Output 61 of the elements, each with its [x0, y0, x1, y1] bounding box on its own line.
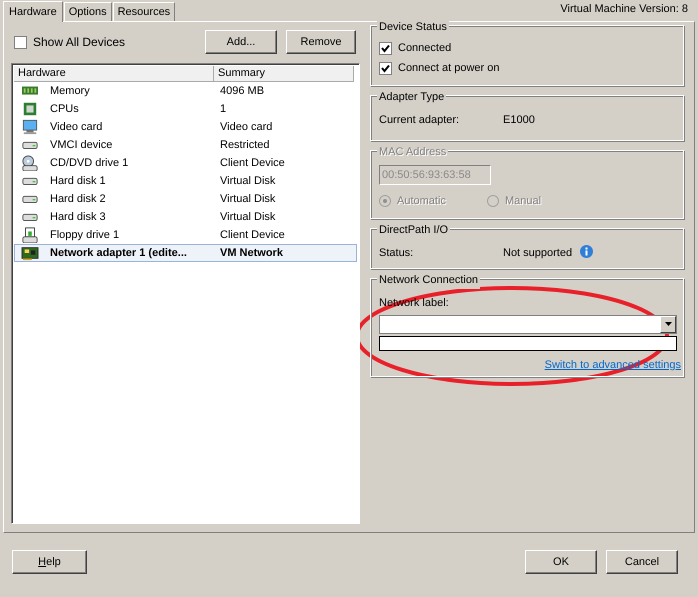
group-title: Adapter Type: [377, 89, 446, 106]
field-label: Current adapter:: [379, 113, 460, 128]
device-name: Video card: [50, 120, 102, 135]
device-summary: Virtual Disk: [219, 174, 276, 189]
device-summary: Restricted: [219, 138, 270, 153]
network-label-dropdown[interactable]: [379, 314, 677, 334]
help-button[interactable]: Help: [12, 550, 87, 574]
device-summary: Virtual Disk: [219, 210, 276, 225]
device-name: Hard disk 3: [50, 210, 106, 225]
table-row[interactable]: Video card Video card: [14, 118, 357, 136]
field-label: Status:: [379, 246, 414, 261]
device-name: CPUs: [50, 102, 79, 117]
table-row[interactable]: Hard disk 3 Virtual Disk: [14, 208, 357, 226]
disc-drive-icon: [20, 155, 40, 171]
checkbox[interactable]: [14, 36, 27, 48]
device-name: Hard disk 1: [50, 174, 106, 189]
checkbox-label[interactable]: Connected: [398, 40, 452, 56]
checkbox[interactable]: [379, 62, 392, 74]
table-row[interactable]: VMCI device Restricted: [14, 136, 357, 154]
device-summary: VM Network: [219, 246, 283, 261]
caret-icon: [664, 322, 672, 326]
field-value: Not supported: [503, 246, 572, 261]
device-name: Floppy drive 1: [50, 228, 120, 243]
add-button[interactable]: Add...: [205, 30, 277, 54]
tab[interactable]: Hardware: [3, 1, 63, 22]
device-name: VMCI device: [50, 138, 112, 153]
device-summary: 4096 MB: [219, 84, 264, 99]
table-row[interactable]: CD/DVD drive 1 Client Device: [14, 154, 357, 172]
device-name: Hard disk 2: [50, 192, 106, 207]
device-name: Memory: [50, 84, 90, 99]
checkbox-label[interactable]: Show All Devices: [33, 33, 126, 51]
device-summary: 1: [219, 102, 226, 117]
table-row[interactable]: Hard disk 2 Virtual Disk: [14, 190, 357, 208]
cancel-button[interactable]: Cancel: [606, 550, 678, 574]
tab[interactable]: Options: [64, 2, 112, 21]
dropdown-list[interactable]: [379, 336, 677, 350]
checkbox[interactable]: [379, 42, 392, 54]
table-row[interactable]: Floppy drive 1 Client Device: [14, 226, 357, 244]
device-summary: Video card: [219, 120, 272, 135]
field-value: E1000: [503, 113, 535, 128]
version-label: Virtual Machine Version: 8: [560, 2, 689, 16]
table-row[interactable]: Network adapter 1 (edite... VM Network: [14, 244, 357, 262]
table-row[interactable]: CPUs 1: [14, 100, 357, 118]
device-summary: Client Device: [219, 228, 285, 243]
table-row[interactable]: Memory 4096 MB: [14, 82, 357, 100]
group-title: Network Connection: [377, 272, 480, 288]
network-card-icon: [20, 245, 40, 261]
table-row[interactable]: Hard disk 1 Virtual Disk: [14, 172, 357, 190]
tab[interactable]: Resources: [112, 2, 176, 21]
column-header[interactable]: Summary: [214, 66, 354, 82]
device-name: CD/DVD drive 1: [50, 156, 128, 171]
device-summary: Client Device: [219, 156, 285, 171]
monitor-icon: [20, 119, 40, 135]
floppy-drive-icon: [20, 227, 40, 243]
column-header[interactable]: Hardware: [14, 66, 214, 82]
ok-button[interactable]: OK: [525, 550, 597, 574]
device-name: Network adapter 1 (edite...: [50, 246, 187, 261]
info-icon: [580, 245, 594, 258]
remove-button[interactable]: Remove: [286, 30, 356, 54]
device-summary: Virtual Disk: [219, 192, 276, 207]
checkbox-label[interactable]: Connect at power on: [398, 60, 500, 76]
